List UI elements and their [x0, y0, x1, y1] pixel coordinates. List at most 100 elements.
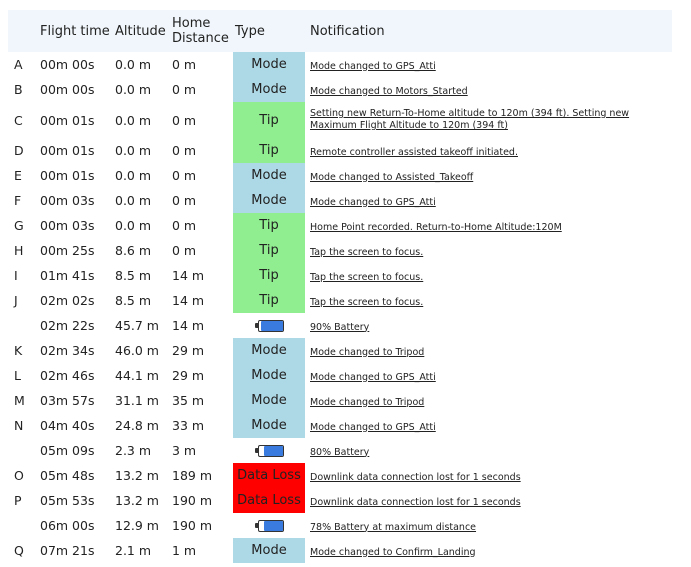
table-header: Flight time Altitude Home Distance Type N…: [8, 10, 672, 52]
row-id: J: [14, 293, 18, 308]
notification-link[interactable]: Downlink data connection lost for 1 seco…: [310, 472, 521, 484]
notification-cell: Mode changed to Tripod: [305, 388, 672, 413]
row-id: Q: [14, 543, 24, 558]
notification-link[interactable]: Mode changed to GPS_Atti: [310, 372, 436, 384]
type-cell: [233, 438, 305, 463]
home-distance-cell: 0 m: [172, 57, 197, 72]
table-row: C 00m 01s 0.0 m 0 m Tip Setting new Return-To…: [8, 102, 672, 138]
flight-events-table: Flight time Altitude Home Distance Type N…: [8, 10, 672, 563]
altitude-cell: 44.1 m: [115, 368, 159, 383]
type-badge: Tip: [233, 238, 305, 263]
home-distance-cell: 14 m: [172, 293, 205, 308]
notification-link[interactable]: 80% Battery: [310, 447, 369, 459]
notification-link[interactable]: Remote controller assisted takeoff initi…: [310, 147, 518, 159]
altitude-cell: 2.3 m: [115, 443, 152, 458]
table-row: K 02m 34s 46.0 m 29 m Mode Mode changed to Tr…: [8, 338, 672, 363]
type-badge: Mode: [233, 188, 305, 213]
notification-cell: Downlink data connection lost for 1 seco…: [305, 488, 672, 513]
notification-cell: Mode changed to Assisted_Takeoff: [305, 163, 672, 188]
notification-link[interactable]: Tap the screen to focus.: [310, 297, 423, 309]
table-body: A 00m 00s 0.0 m 0 m Mode Mode changed to GPS_…: [8, 52, 672, 563]
flight-time-cell: 05m 09s: [40, 443, 95, 458]
notification-link[interactable]: Mode changed to GPS_Atti: [310, 197, 436, 209]
notification-cell: Tap the screen to focus.: [305, 288, 672, 313]
notification-link[interactable]: Mode changed to Confirm_Landing: [310, 547, 476, 559]
row-id: G: [14, 218, 24, 233]
home-distance-cell: 0 m: [172, 112, 197, 128]
type-badge: Tip: [233, 213, 305, 238]
notification-link[interactable]: Tap the screen to focus.: [310, 247, 423, 259]
header-home-distance: Home Distance: [172, 10, 233, 52]
type-badge: Mode: [233, 538, 305, 563]
notification-cell: Home Point recorded. Return-to-Home Alti…: [305, 213, 672, 238]
table-row: N 04m 40s 24.8 m 33 m Mode Mode changed to GP…: [8, 413, 672, 438]
notification-cell: Setting new Return-To-Home altitude to 1…: [305, 102, 672, 138]
notification-link[interactable]: Mode changed to Tripod: [310, 347, 424, 359]
flight-time-cell: 05m 53s: [40, 493, 95, 508]
notification-link[interactable]: Home Point recorded. Return-to-Home Alti…: [310, 222, 562, 234]
header-altitude: Altitude: [115, 10, 172, 52]
flight-time-cell: 06m 00s: [40, 518, 95, 533]
row-id: [8, 313, 40, 338]
home-distance-cell: 0 m: [172, 193, 197, 208]
notification-link[interactable]: Mode changed to Tripod: [310, 397, 424, 409]
table-row: J 02m 02s 8.5 m 14 m Tip Tap the screen to fo…: [8, 288, 672, 313]
table-row: G 00m 03s 0.0 m 0 m Tip Home Point recorded. …: [8, 213, 672, 238]
altitude-cell: 45.7 m: [115, 318, 159, 333]
altitude-cell: 8.5 m: [115, 293, 152, 308]
notification-cell: Tap the screen to focus.: [305, 238, 672, 263]
notification-link[interactable]: 90% Battery: [310, 322, 369, 334]
altitude-cell: 8.6 m: [115, 243, 152, 258]
notification-cell: 78% Battery at maximum distance: [305, 513, 672, 538]
notification-link[interactable]: 78% Battery at maximum distance: [310, 522, 476, 534]
table-row: O 05m 48s 13.2 m 189 m Data Loss Downlink dat…: [8, 463, 672, 488]
row-id: E: [14, 168, 22, 183]
row-id: [8, 438, 40, 463]
flight-time-cell: 02m 46s: [40, 368, 95, 383]
notification-link[interactable]: Mode changed to GPS_Atti: [310, 61, 436, 73]
flight-time-cell: 07m 21s: [40, 543, 95, 558]
row-id: F: [14, 193, 22, 208]
battery-icon: [254, 520, 284, 532]
table-row: Q 07m 21s 2.1 m 1 m Mode Mode changed to Conf…: [8, 538, 672, 563]
header-notification: Notification: [305, 10, 672, 52]
home-distance-cell: 189 m: [172, 468, 213, 483]
row-id: I: [14, 268, 18, 283]
notification-link[interactable]: Mode changed to Assisted_Takeoff: [310, 172, 473, 184]
altitude-cell: 24.8 m: [115, 418, 159, 433]
home-distance-cell: 1 m: [172, 543, 197, 558]
flight-time-cell: 00m 03s: [40, 193, 95, 208]
header-id: [8, 10, 40, 52]
home-distance-cell: 3 m: [172, 443, 197, 458]
notification-link[interactable]: Downlink data connection lost for 1 seco…: [310, 497, 521, 509]
home-distance-cell: 0 m: [172, 143, 197, 158]
altitude-cell: 0.0 m: [115, 112, 152, 128]
header-type: Type: [233, 10, 305, 52]
flight-time-cell: 04m 40s: [40, 418, 95, 433]
flight-time-cell: 00m 01s: [40, 112, 95, 128]
table-row: H 00m 25s 8.6 m 0 m Tip Tap the screen to foc…: [8, 238, 672, 263]
flight-time-cell: 02m 34s: [40, 343, 95, 358]
altitude-cell: 46.0 m: [115, 343, 159, 358]
home-distance-cell: 33 m: [172, 418, 205, 433]
row-id: N: [14, 418, 24, 433]
type-badge: Mode: [233, 413, 305, 438]
flight-time-cell: 02m 22s: [40, 318, 95, 333]
notification-link[interactable]: Mode changed to Motors_Started: [310, 86, 468, 98]
flight-time-cell: 00m 00s: [40, 57, 95, 72]
table-row: 05m 09s 2.3 m 3 m 80% Battery: [8, 438, 672, 463]
home-distance-cell: 190 m: [172, 518, 213, 533]
table-row: A 00m 00s 0.0 m 0 m Mode Mode changed to GPS_…: [8, 52, 672, 77]
type-badge: Tip: [233, 263, 305, 288]
notification-cell: 80% Battery: [305, 438, 672, 463]
table-row: F 00m 03s 0.0 m 0 m Mode Mode changed to GPS_…: [8, 188, 672, 213]
table-row: 06m 00s 12.9 m 190 m 78% Battery at maximum…: [8, 513, 672, 538]
notification-link[interactable]: Mode changed to GPS_Atti: [310, 422, 436, 434]
notification-link[interactable]: Tap the screen to focus.: [310, 272, 423, 284]
table-row: M 03m 57s 31.1 m 35 m Mode Mode changed to Tr…: [8, 388, 672, 413]
notification-cell: Mode changed to Tripod: [305, 338, 672, 363]
notification-cell: Mode changed to GPS_Atti: [305, 52, 672, 77]
type-badge: Mode: [233, 338, 305, 363]
notification-link[interactable]: Setting new Return-To-Home altitude to 1…: [310, 108, 660, 132]
row-id: C: [14, 112, 23, 128]
